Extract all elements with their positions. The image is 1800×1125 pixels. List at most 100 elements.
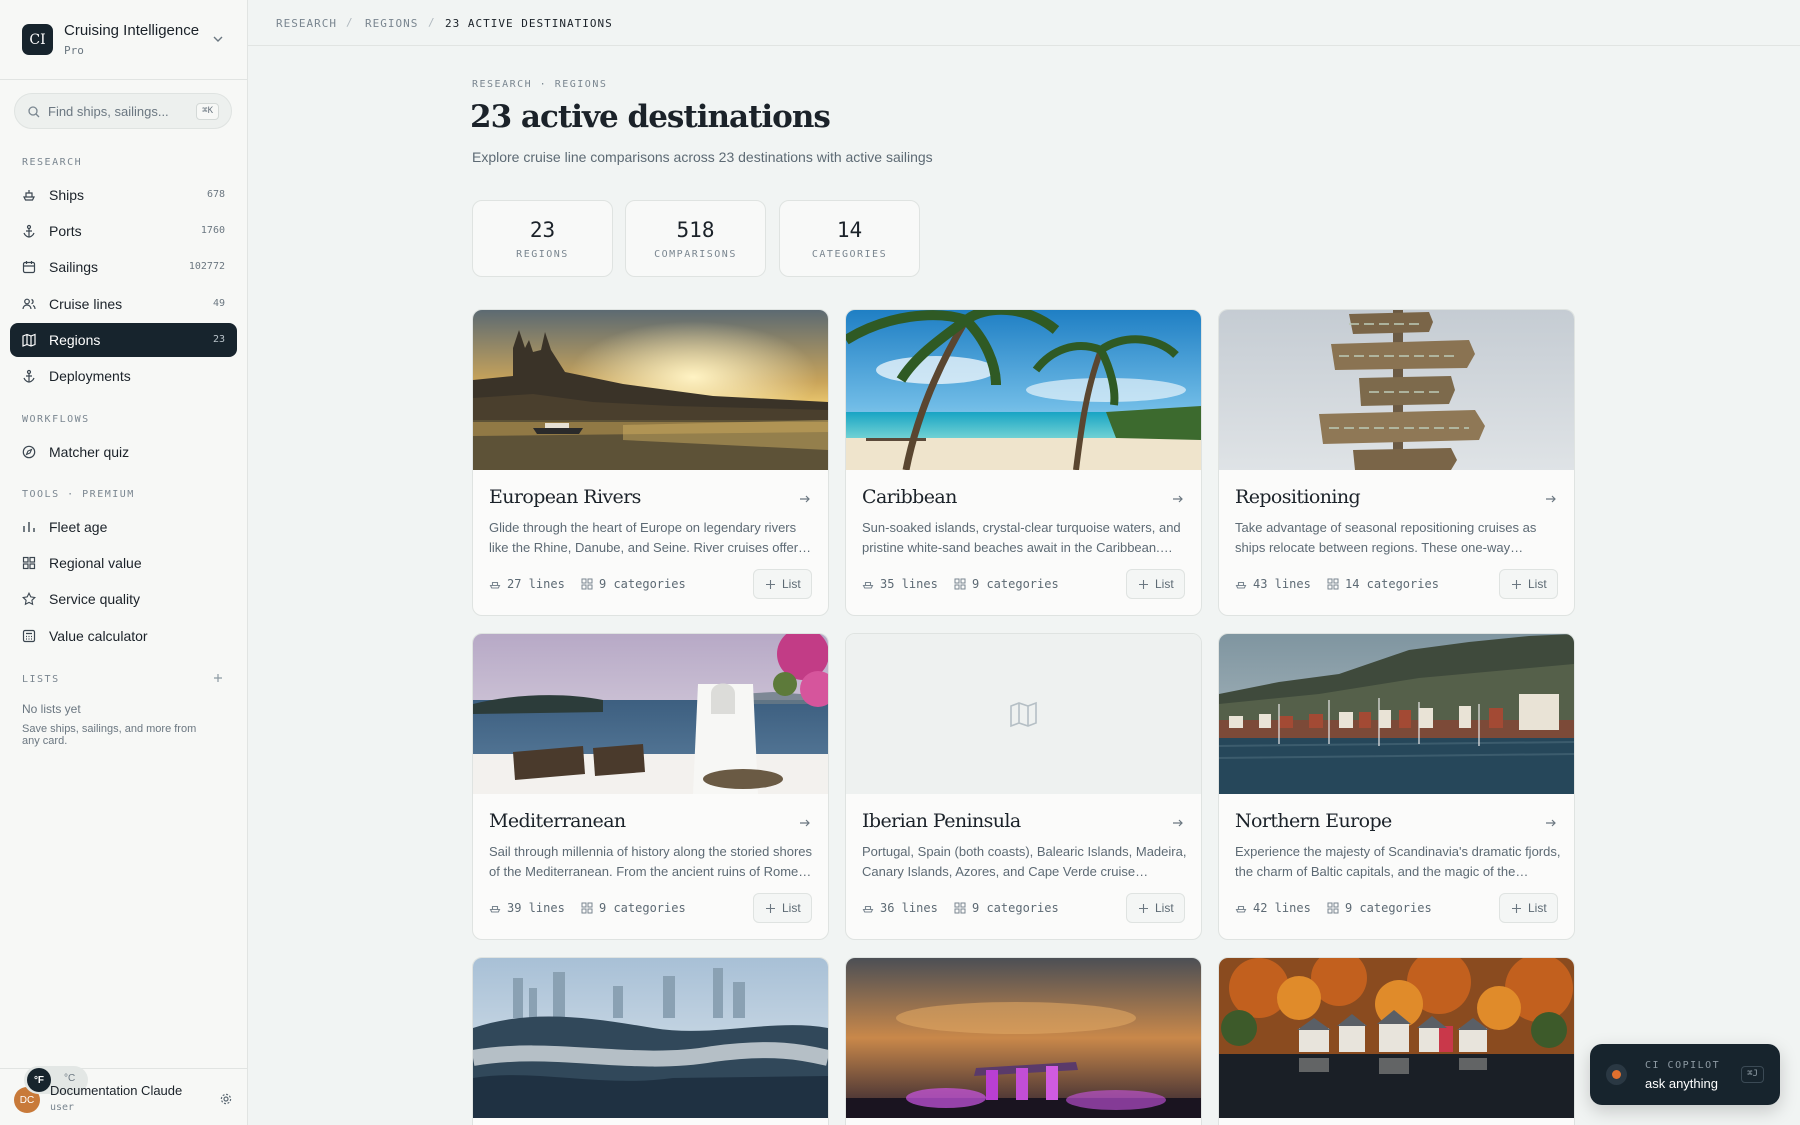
bar-chart-icon [23,522,35,532]
plus-icon [766,904,775,913]
stat-value: 23 [529,218,556,242]
arrow-right-icon[interactable] [798,492,812,506]
region-card-european-rivers[interactable]: European Rivers Glide through the heart … [472,309,829,616]
copilot-launcher[interactable]: CI COPILOT ask anything ⌘J [1590,1044,1780,1105]
arrow-right-icon[interactable] [1544,492,1558,506]
plus-icon [766,580,775,589]
stat-regions: 23 REGIONS [472,200,613,277]
add-to-list-button[interactable]: List [1126,893,1185,923]
region-lines-count: 27 lines [507,577,565,591]
region-title[interactable]: Repositioning [1235,486,1361,508]
grid-icon [1327,578,1339,590]
sidebar-item-regions[interactable]: Regions 23 [10,323,237,357]
region-lines-count: 35 lines [880,577,938,591]
sidebar-item-ships[interactable]: Ships 678 [10,178,237,212]
arrow-right-icon[interactable] [1171,492,1185,506]
search-box[interactable]: ⌘K [14,93,232,129]
star-icon [22,592,36,606]
sidebar-item-sailings[interactable]: Sailings 102772 [10,250,237,284]
region-card-iberian-peninsula[interactable]: Iberian Peninsula Portugal, Spain (both … [845,633,1202,940]
section-label-lists: LISTS [22,674,60,685]
sidebar-item-label: Fleet age [49,519,108,535]
search-input[interactable] [48,94,198,128]
lists-empty-hint: Save ships, sailings, and more from any … [22,723,197,747]
breadcrumb-separator: / [346,16,353,29]
breadcrumb-current: 23 ACTIVE DESTINATIONS [445,17,613,30]
region-lines: 43 lines [1235,575,1311,593]
add-to-list-label: List [1528,577,1547,591]
sidebar-item-label: Value calculator [49,628,148,644]
page-eyebrow: RESEARCH · REGIONS [472,79,608,90]
ship-icon [489,905,501,913]
breadcrumb-item-regions[interactable]: REGIONS [365,17,418,30]
sidebar-item-label: Cruise lines [49,296,123,312]
lists-empty-title: No lists yet [22,702,81,716]
sidebar-item-cruise-lines[interactable]: Cruise lines 49 [10,287,237,321]
region-card[interactable] [472,957,829,1125]
region-title[interactable]: Mediterranean [489,810,626,832]
region-lines-count: 43 lines [1253,577,1311,591]
section-label-workflows: WORKFLOWS [22,414,90,425]
user-name: Documentation Claude [50,1083,183,1098]
region-description: Experience the majesty of Scandinavia's … [1235,844,1561,879]
sidebar-item-value-calculator[interactable]: Value calculator [10,619,237,653]
unit-fahrenheit[interactable]: °F [27,1068,51,1092]
sidebar-item-service-quality[interactable]: Service quality [10,582,237,616]
breadcrumb-item-research[interactable]: RESEARCH [276,17,337,30]
add-to-list-button[interactable]: List [1499,893,1558,923]
region-lines: 39 lines [489,899,565,917]
brand-name: Cruising Intelligence [64,22,200,39]
region-categories: 9 categories [954,899,1059,917]
add-to-list-button[interactable]: List [1499,569,1558,599]
region-title[interactable]: European Rivers [489,486,641,508]
sidebar-item-count: 23 [212,334,225,345]
stat-value: 518 [676,218,715,242]
region-card-mediterranean[interactable]: Mediterranean Sail through millennia of … [472,633,829,940]
page-subtitle: Explore cruise line comparisons across 2… [472,149,933,165]
arrow-right-icon[interactable] [1171,816,1185,830]
ship-icon [862,581,874,589]
stat-value: 14 [836,218,863,242]
region-categories: 9 categories [1327,899,1432,917]
sidebar-item-deployments[interactable]: Deployments [10,359,237,393]
plus-icon [1512,904,1521,913]
region-categories-count: 14 categories [1345,577,1439,591]
grid-icon [22,556,36,570]
stat-categories: 14 CATEGORIES [779,200,920,277]
anchor-icon [23,369,35,383]
copilot-shortcut: ⌘J [1741,1066,1764,1083]
sidebar-item-matcher-quiz[interactable]: Matcher quiz [10,435,237,469]
sidebar-item-fleet-age[interactable]: Fleet age [10,510,237,544]
region-card-caribbean[interactable]: Caribbean Sun-soaked islands, crystal-cl… [845,309,1202,616]
section-label-research: RESEARCH [22,157,83,168]
region-title[interactable]: Caribbean [862,486,957,508]
arrow-right-icon[interactable] [1544,816,1558,830]
page-title: 23 active destinations [470,99,831,135]
sidebar-item-regional-value[interactable]: Regional value [10,546,237,580]
workspace-switcher[interactable]: CI Cruising Intelligence Pro [0,0,247,80]
add-to-list-button[interactable]: List [1126,569,1185,599]
grid-icon [581,902,593,914]
region-description: Sail through millennia of history along … [489,844,813,879]
region-description: Glide through the heart of Europe on leg… [489,520,799,555]
sidebar-item-label: Sailings [49,259,99,275]
search-shortcut: ⌘K [196,103,219,120]
region-title[interactable]: Northern Europe [1235,810,1392,832]
region-image [473,958,828,1118]
region-card-repositioning[interactable]: Repositioning Take advantage of seasonal… [1218,309,1575,616]
brand-logo: CI [22,24,53,55]
add-to-list-button[interactable]: List [753,893,812,923]
add-to-list-button[interactable]: List [753,569,812,599]
region-card[interactable] [1218,957,1575,1125]
region-categories: 9 categories [581,575,686,593]
add-list-icon[interactable] [212,672,224,684]
settings-icon[interactable] [220,1093,232,1105]
anchor-icon [23,224,35,238]
region-card[interactable] [845,957,1202,1125]
region-title[interactable]: Iberian Peninsula [862,810,1021,832]
sidebar-item-ports[interactable]: Ports 1760 [10,214,237,248]
region-card-northern-europe[interactable]: Northern Europe Experience the majesty o… [1218,633,1575,940]
chevron-down-icon[interactable] [210,31,226,47]
region-image [1219,634,1574,794]
arrow-right-icon[interactable] [798,816,812,830]
